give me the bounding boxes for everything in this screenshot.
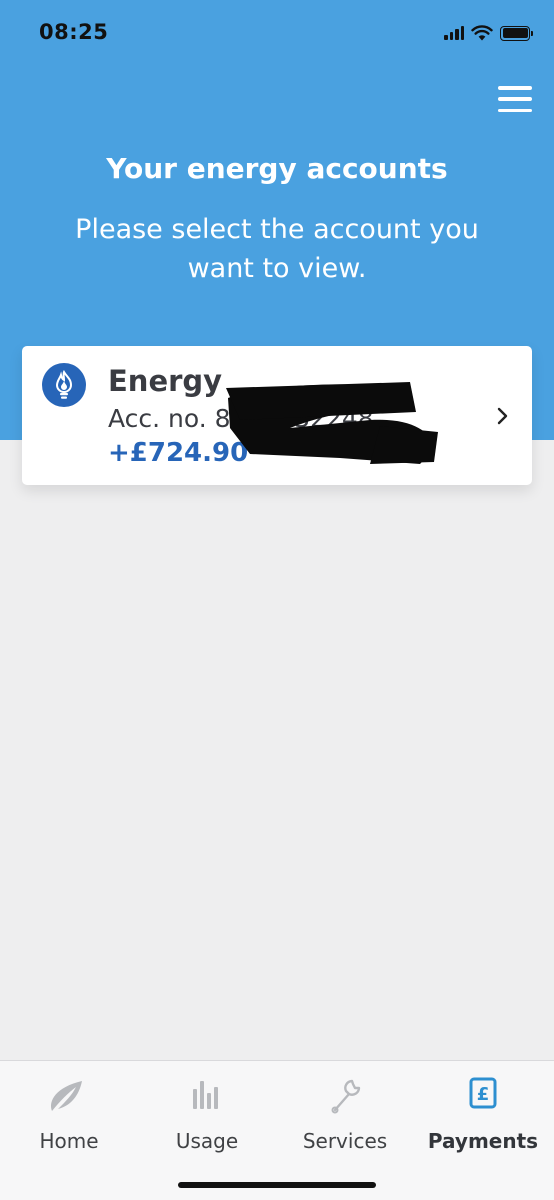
tab-label-payments: Payments (427, 1129, 539, 1153)
redaction-scribble (226, 382, 438, 464)
status-bar: 08:25 (0, 0, 554, 66)
tab-home[interactable]: Home (0, 1061, 138, 1171)
svg-text:£: £ (477, 1084, 490, 1105)
wrench-icon (331, 1079, 361, 1114)
tab-services[interactable]: Services (276, 1061, 414, 1171)
home-flame-icon (51, 1081, 82, 1111)
home-indicator[interactable] (178, 1182, 376, 1188)
usage-bars-icon (193, 1081, 218, 1109)
tab-label-usage: Usage (175, 1129, 239, 1153)
bottom-tab-bar: Home Usage Services £ Payments (0, 1060, 554, 1200)
account-card[interactable]: Energy Acc. no. 8510132248 +£724.90 (22, 346, 532, 485)
tab-payments[interactable]: £ Payments (414, 1061, 552, 1171)
wifi-icon (471, 25, 493, 41)
tab-label-home: Home (39, 1129, 99, 1153)
page-subtitle: Please select the account you want to vi… (75, 214, 479, 284)
pound-receipt-icon: £ (469, 1077, 497, 1109)
hamburger-menu-icon[interactable] (498, 86, 532, 112)
status-time: 08:25 (39, 20, 109, 44)
signal-icon (444, 26, 464, 40)
account-name: Energy (108, 364, 223, 398)
chevron-right-icon (497, 407, 508, 425)
flame-bulb-icon (42, 363, 86, 407)
tab-usage[interactable]: Usage (138, 1061, 276, 1171)
status-icons (444, 24, 533, 42)
battery-icon (500, 25, 533, 41)
page-title: Your energy accounts (106, 152, 448, 185)
tab-label-services: Services (302, 1129, 388, 1153)
